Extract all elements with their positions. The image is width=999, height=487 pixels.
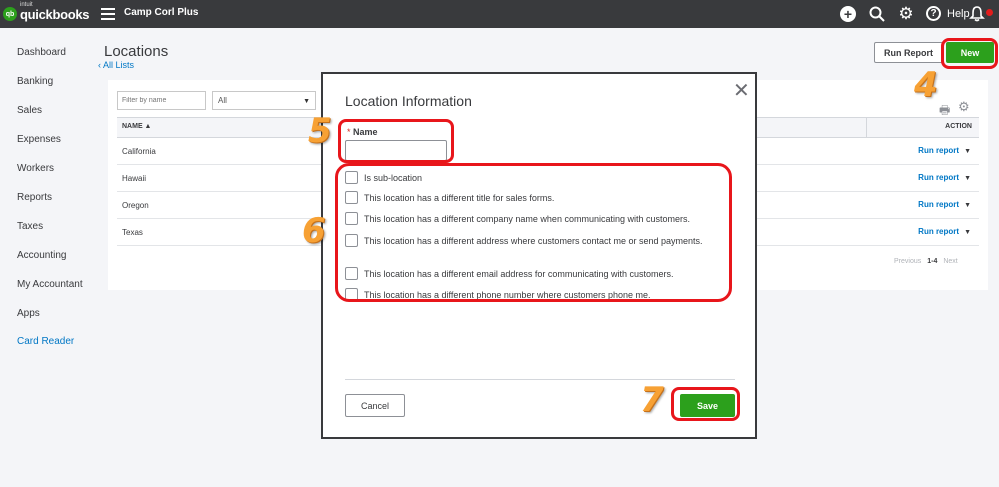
notification-badge <box>986 9 993 16</box>
highlight-new-button <box>941 38 998 69</box>
chevron-down-icon[interactable]: ▼ <box>964 148 971 155</box>
location-name: Texas <box>122 228 143 237</box>
quickbooks-logo-icon: qb <box>3 7 17 21</box>
close-icon[interactable]: ✕ <box>733 81 750 101</box>
pagination: Previous 1-4 Next <box>894 258 958 265</box>
step-number-4: 4 <box>914 65 938 105</box>
all-lists-link[interactable]: ‹ All Lists <box>98 60 134 70</box>
cancel-button[interactable]: Cancel <box>345 394 405 417</box>
column-divider <box>866 118 867 137</box>
status-filter-select[interactable]: All ▼ <box>212 91 316 110</box>
highlight-save-button <box>671 387 740 421</box>
run-report-label: Run report <box>918 227 960 236</box>
step-number-5: 5 <box>308 111 332 151</box>
location-name: Hawaii <box>122 174 147 183</box>
run-report-button[interactable]: Run Report <box>874 42 943 63</box>
sidebar-item-workers[interactable]: Workers <box>17 163 54 174</box>
sidebar-item-sales[interactable]: Sales <box>17 105 42 116</box>
location-name: California <box>122 147 156 156</box>
status-filter-value: All <box>218 96 227 105</box>
run-report-label: Run report <box>918 173 960 182</box>
sidebar-item-dashboard[interactable]: Dashboard <box>17 47 66 58</box>
chevron-down-icon[interactable]: ▼ <box>964 175 971 182</box>
run-report-link[interactable]: Run report ▼ <box>918 146 971 155</box>
sidebar-item-banking[interactable]: Banking <box>17 76 53 87</box>
intuit-label: intuit <box>20 2 33 8</box>
run-report-link[interactable]: Run report ▼ <box>918 200 971 209</box>
help-icon[interactable]: ? <box>926 6 941 21</box>
gear-icon[interactable]: ⚙ <box>897 4 915 23</box>
dialog-divider <box>345 379 735 380</box>
highlight-name-field <box>338 119 454 163</box>
pager-previous[interactable]: Previous <box>894 258 921 265</box>
step-number-6: 6 <box>302 211 326 251</box>
company-name: Camp Corl Plus <box>124 7 199 18</box>
chevron-down-icon[interactable]: ▼ <box>964 202 971 209</box>
sidebar-item-card-reader[interactable]: Card Reader <box>17 336 74 347</box>
logo-text: quickbooks <box>20 6 90 22</box>
sidebar-item-reports[interactable]: Reports <box>17 192 52 203</box>
chevron-down-icon: ▼ <box>303 98 310 105</box>
top-bar: qb intuit quickbooks Camp Corl Plus + ⚙ … <box>0 0 999 28</box>
page-title: Locations <box>104 43 169 60</box>
location-name: Oregon <box>122 201 149 210</box>
highlight-checkboxes <box>335 163 732 302</box>
sidebar-item-my-accountant[interactable]: My Accountant <box>17 279 83 290</box>
table-settings-icon[interactable]: ⚙ <box>958 99 970 115</box>
search-icon[interactable] <box>868 5 886 23</box>
sidebar-item-apps[interactable]: Apps <box>17 308 40 319</box>
column-header-name[interactable]: NAME ▲ <box>122 123 151 130</box>
run-report-label: Run report <box>918 200 960 209</box>
run-report-link[interactable]: Run report ▼ <box>918 173 971 182</box>
help-label[interactable]: Help <box>947 8 970 20</box>
sidebar-item-expenses[interactable]: Expenses <box>17 134 61 145</box>
sidebar-item-taxes[interactable]: Taxes <box>17 221 43 232</box>
column-header-action: ACTION <box>945 123 972 130</box>
menu-icon[interactable] <box>101 8 115 20</box>
sidebar-item-accounting[interactable]: Accounting <box>17 250 66 261</box>
run-report-link[interactable]: Run report ▼ <box>918 227 971 236</box>
pager-range: 1-4 <box>927 258 938 265</box>
dialog-title: Location Information <box>345 93 472 109</box>
filter-by-name-input[interactable] <box>117 91 206 110</box>
bell-icon[interactable] <box>968 5 986 23</box>
pager-next[interactable]: Next <box>943 258 957 265</box>
plus-icon[interactable]: + <box>840 6 856 22</box>
run-report-label: Run report <box>918 146 960 155</box>
quickbooks-logo[interactable]: qb intuit quickbooks <box>3 2 90 24</box>
sidebar: Dashboard Banking Sales Expenses Workers… <box>0 28 96 487</box>
step-number-7: 7 <box>640 380 664 420</box>
chevron-down-icon[interactable]: ▼ <box>964 229 971 236</box>
